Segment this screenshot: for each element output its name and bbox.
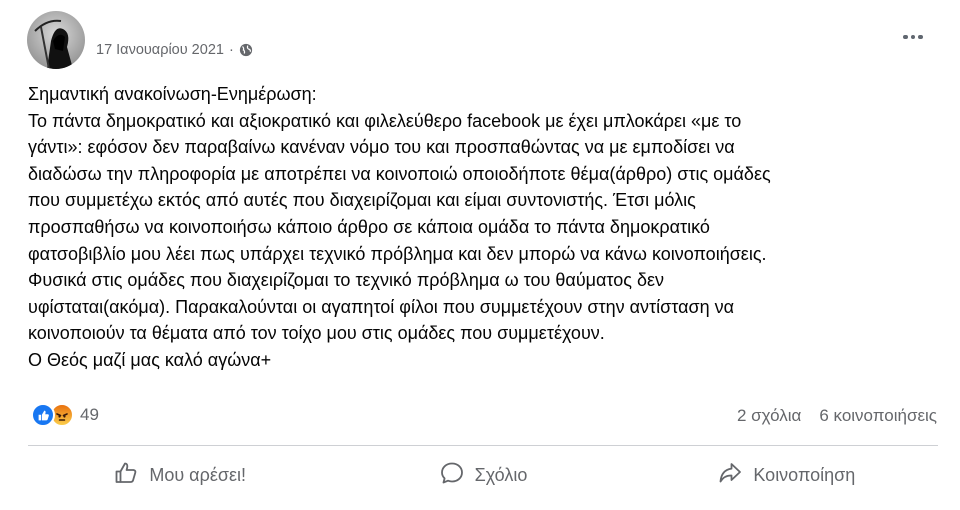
avatar[interactable] bbox=[27, 11, 85, 69]
comment-label: Σχόλιο bbox=[474, 464, 528, 485]
share-arrow-icon bbox=[717, 460, 743, 491]
like-button[interactable]: Μου αρέσει! bbox=[28, 452, 331, 498]
comment-button[interactable]: Σχόλιο bbox=[331, 452, 634, 498]
shares-count[interactable]: 6 κοινοποιήσεις bbox=[819, 406, 937, 426]
post-text-line: γάντι»: εφόσον δεν παραβαίνω κανέναν νόμ… bbox=[28, 137, 735, 158]
share-label: Κοινοποίηση bbox=[753, 464, 856, 485]
post-text-line: Το πάντα δημοκρατικό και αξιοκρατικό και… bbox=[28, 110, 742, 131]
action-bar: Μου αρέσει! Σχόλιο Κοινοποίηση bbox=[28, 452, 938, 498]
post-card: 17 Ιανουαρίου 2021 · Σημαντική ανακοίνωσ… bbox=[0, 0, 960, 510]
more-options-icon[interactable] bbox=[897, 26, 929, 48]
post-text-line: προσπαθήσω να κοινοποιήσω κάποιο άρθρο σ… bbox=[28, 216, 710, 237]
comments-count[interactable]: 2 σχόλια bbox=[737, 406, 801, 426]
post-text-line: που συμμετέχω εκτός από αυτές που διαχει… bbox=[28, 190, 696, 211]
post-text: Σημαντική ανακοίνωση-Ενημέρωση: Το πάντα… bbox=[28, 81, 938, 374]
post-text-line: Ο Θεός μαζί μας καλό αγώνα+ bbox=[28, 349, 272, 370]
post-text-line: φατσοβιβλίο μου λέει πως υπάρχει τεχνικό… bbox=[28, 243, 767, 264]
reactions-summary[interactable]: 49 bbox=[31, 403, 99, 427]
share-button[interactable]: Κοινοποίηση bbox=[635, 452, 938, 498]
post-date[interactable]: 17 Ιανουαρίου 2021 bbox=[96, 42, 224, 58]
like-label: Μου αρέσει! bbox=[149, 464, 246, 485]
like-reaction-icon[interactable] bbox=[31, 403, 55, 427]
globe-icon[interactable] bbox=[239, 43, 253, 57]
reaction-count[interactable]: 49 bbox=[80, 405, 99, 425]
post-text-line: κοινοποιούν τα θέματα από τον τοίχο μου … bbox=[28, 323, 605, 344]
post-text-line: Σημαντική ανακοίνωση-Ενημέρωση: bbox=[28, 84, 317, 104]
post-meta: 17 Ιανουαρίου 2021 · bbox=[96, 42, 253, 58]
post-text-line: υφίσταται(ακόμα). Παρακαλούνται οι αγαπη… bbox=[28, 296, 735, 317]
meta-separator: · bbox=[228, 42, 234, 58]
speech-bubble-icon bbox=[439, 460, 465, 491]
actions-divider bbox=[28, 445, 938, 446]
post-text-line: διαδώσω την πληροφορία με αποτρέπει να κ… bbox=[28, 163, 771, 184]
engagement-counts: 2 σχόλια 6 κοινοποιήσεις bbox=[737, 406, 937, 426]
thumbs-up-icon bbox=[113, 460, 139, 491]
post-text-line: Φυσικά στις ομάδες που διαχειρίζομαι το … bbox=[28, 270, 665, 291]
